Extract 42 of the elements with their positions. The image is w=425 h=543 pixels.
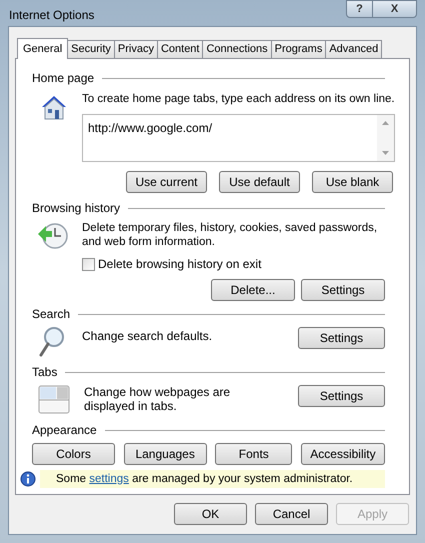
home-page-button[interactable]: Use current bbox=[126, 171, 207, 194]
appearance-button[interactable]: Colors bbox=[32, 443, 115, 466]
tab[interactable]: Advanced bbox=[326, 40, 382, 58]
home-page-button[interactable]: Use default bbox=[219, 171, 300, 194]
browsing-history-button[interactable]: Delete... bbox=[211, 279, 295, 302]
appearance-button[interactable]: Fonts bbox=[215, 443, 292, 466]
tab[interactable]: Connections bbox=[203, 40, 272, 58]
dialog-button[interactable]: OK bbox=[174, 503, 247, 525]
settings-link[interactable]: settings bbox=[89, 472, 129, 485]
help-button[interactable]: ? bbox=[346, 0, 373, 18]
checkbox[interactable] bbox=[82, 258, 95, 271]
home-page-description: To create home page tabs, type each address on its own line. bbox=[82, 92, 395, 107]
info-message: Some settings are managed by your system administrator. bbox=[56, 472, 353, 487]
tabs-description: Change how webpages are displayed in tabs. bbox=[84, 385, 232, 414]
tabs-icon bbox=[38, 385, 70, 416]
browsing-history-button[interactable]: Settings bbox=[301, 279, 385, 302]
section-heading: Tabs bbox=[32, 364, 58, 382]
info-icon bbox=[20, 471, 36, 488]
section-heading: Search bbox=[32, 306, 70, 324]
clock-arrow-icon bbox=[36, 221, 70, 252]
close-button[interactable]: X bbox=[373, 0, 417, 18]
window-title: Internet Options bbox=[9, 7, 94, 24]
checkbox-label: Delete browsing history on exit bbox=[98, 256, 262, 274]
home-page-button[interactable]: Use blank bbox=[312, 171, 393, 194]
section-heading: Appearance bbox=[32, 422, 97, 440]
section-heading: Browsing history bbox=[32, 200, 120, 218]
search-settings-button[interactable]: Settings bbox=[298, 327, 385, 350]
tab[interactable]: Security bbox=[68, 40, 115, 58]
tab[interactable]: Privacy bbox=[114, 40, 158, 58]
search-icon bbox=[38, 325, 66, 360]
tab[interactable]: General bbox=[17, 38, 68, 59]
tabs-settings-button[interactable]: Settings bbox=[298, 385, 385, 408]
appearance-button[interactable]: Languages bbox=[124, 443, 207, 466]
tab[interactable]: Programs bbox=[272, 40, 326, 58]
home-page-field[interactable]: http://www.google.com/ bbox=[82, 114, 395, 162]
browsing-history-description: Delete temporary files, history, cookies, saved passwords, and web form information. bbox=[82, 221, 378, 250]
scrollbar-icon bbox=[376, 115, 394, 162]
dialog-button[interactable]: Cancel bbox=[255, 503, 328, 525]
section-heading: Home page bbox=[32, 70, 94, 87]
appearance-button[interactable]: Accessibility bbox=[300, 443, 385, 466]
tab[interactable]: Content bbox=[158, 40, 204, 58]
search-description: Change search defaults. bbox=[82, 328, 214, 346]
